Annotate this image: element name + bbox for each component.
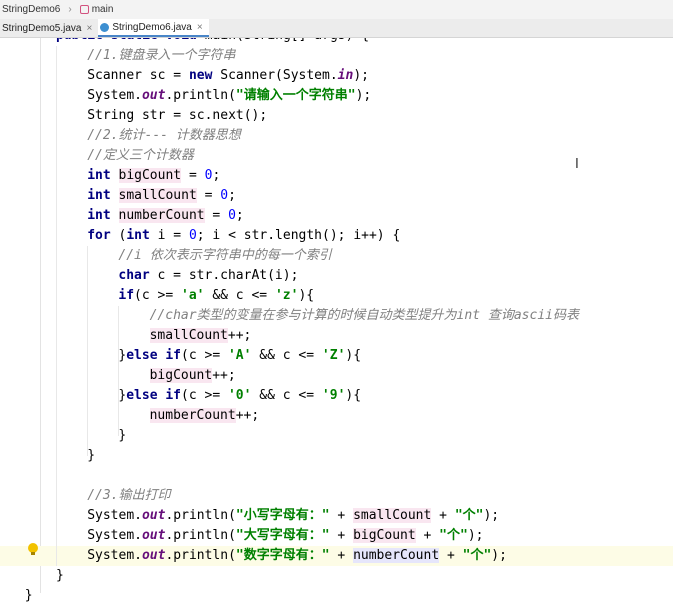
code-line[interactable]: numberCount++; [0,406,673,426]
code-line[interactable]: int smallCount = 0; [0,186,673,206]
code-line-text: int numberCount = 0; [87,208,244,223]
code-line[interactable]: System.out.println("小写字母有：" + smallCount… [0,506,673,526]
code-line-text: } [56,568,64,583]
code-line[interactable]: if(c >= 'a' && c <= 'z'){ [0,286,673,306]
breadcrumb-class[interactable]: StringDemo6 [0,4,62,15]
code-line[interactable]: } [0,426,673,446]
code-line[interactable]: System.out.println("请输入一个字符串"); [0,86,673,106]
code-line[interactable]: //i 依次表示字符串中的每一个索引 [0,246,673,266]
code-line-text: } [118,428,127,443]
code-line[interactable]: }else if(c >= 'A' && c <= 'Z'){ [0,346,673,366]
code-line[interactable]: int numberCount = 0; [0,206,673,226]
text-cursor-icon: I [575,157,579,172]
code-line[interactable]: }else if(c >= '0' && c <= '9'){ [0,386,673,406]
code-line[interactable]: char c = str.charAt(i); [0,266,673,286]
breadcrumb: StringDemo6 › main [0,0,673,19]
code-line-text: System.out.println("数字字母有：" + numberCoun… [87,548,507,563]
code-line-text: System.out.println("小写字母有：" + smallCount… [87,508,500,523]
method-icon [79,5,89,14]
indent-guide [118,306,119,436]
code-line[interactable]: smallCount++; [0,326,673,346]
code-line[interactable]: System.out.println("数字字母有：" + numberCoun… [0,546,673,566]
indent-guide [87,246,88,456]
code-line-text: int bigCount = 0; [87,168,221,183]
code-line-text: for (int i = 0; i < str.length(); i++) { [87,228,401,243]
code-line-text: }else if(c >= '0' && c <= '9'){ [118,388,362,403]
tab-label: StringDemo6.java [112,21,192,33]
code-line[interactable]: System.out.println("大写字母有：" + bigCount +… [0,526,673,546]
code-line-text: //定义三个计数器 [87,148,194,163]
tab-stringdemo5[interactable]: StringDemo5.java × [0,19,98,37]
code-line[interactable]: int bigCount = 0; [0,166,673,186]
code-line-text: smallCount++; [149,328,252,343]
tab-label: StringDemo5.java [2,22,82,34]
code-line-text: String str = sc.next(); [87,108,268,123]
code-line[interactable]: //char类型的变量在参与计算的时候自动类型提升为int 查询ascii码表 [0,306,673,326]
code-line-text: bigCount++; [149,368,236,383]
close-icon[interactable]: × [197,22,203,33]
code-line[interactable]: //3.输出打印 [0,486,673,506]
code-line[interactable]: Scanner sc = new Scanner(System.in); [0,66,673,86]
code-line[interactable]: bigCount++; [0,366,673,386]
code-line-text: } [87,448,96,463]
code-line-text: //char类型的变量在参与计算的时候自动类型提升为int 查询ascii码表 [149,308,579,323]
breadcrumb-class-label: StringDemo6 [2,4,61,15]
close-icon[interactable]: × [86,23,92,34]
code-line-text: //3.输出打印 [87,488,171,503]
code-line[interactable]: //1.键盘录入一个字符串 [0,46,673,66]
indent-guide [56,46,57,566]
chevron-right-icon: › [68,4,72,15]
editor-tabbar: StringDemo5.java × StringDemo6.java × [0,19,673,38]
code-line-text: System.out.println("大写字母有：" + bigCount +… [87,528,484,543]
code-line-text: } [24,588,33,603]
code-line-text: //2.统计--- 计数器思想 [87,128,241,143]
code-line-text: //i 依次表示字符串中的每一个索引 [118,248,332,263]
code-line-text: }else if(c >= 'A' && c <= 'Z'){ [118,348,362,363]
code-line[interactable]: String str = sc.next(); [0,106,673,126]
tab-stringdemo6[interactable]: StringDemo6.java × [98,19,209,37]
code-line-text: System.out.println("请输入一个字符串"); [87,88,372,103]
code-line-text: if(c >= 'a' && c <= 'z'){ [118,288,315,303]
code-line[interactable]: //2.统计--- 计数器思想 [0,126,673,146]
code-line[interactable] [0,466,673,486]
code-line-text: int smallCount = 0; [87,188,236,203]
code-line[interactable]: } [0,566,673,586]
breadcrumb-method-label: main [91,4,114,15]
code-line-text: char c = str.charAt(i); [118,268,299,283]
code-line[interactable]: } [0,586,673,606]
code-line-text: numberCount++; [149,408,260,423]
java-class-icon [100,22,110,32]
code-line[interactable]: //定义三个计数器 [0,146,673,166]
code-line-text: Scanner sc = new Scanner(System.in); [87,68,369,83]
lightbulb-icon[interactable] [28,543,38,555]
code-editor[interactable]: public static void main(String[] args) {… [0,0,673,603]
code-line[interactable]: for (int i = 0; i < str.length(); i++) { [0,226,673,246]
code-line[interactable]: } [0,446,673,466]
code-line-text: //1.键盘录入一个字符串 [87,48,236,63]
breadcrumb-method[interactable]: main [78,4,116,15]
